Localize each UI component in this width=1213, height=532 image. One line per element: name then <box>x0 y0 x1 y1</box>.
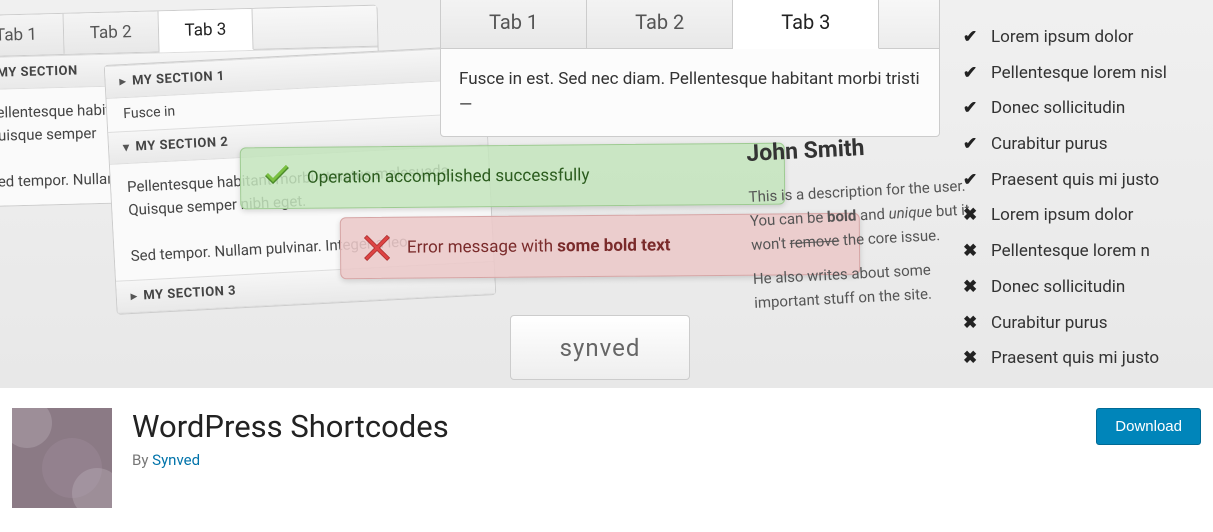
list-item-x: Pellentesque lorem n <box>963 234 1213 270</box>
tab-1[interactable]: Tab 1 <box>0 14 64 56</box>
alert-success: Operation accomplished successfully <box>240 143 786 210</box>
alert-error-text: Error message with some bold text <box>407 235 671 257</box>
tab-3-large[interactable]: Tab 3 <box>733 0 879 49</box>
tab-content: Fusce in est. Sed nec diam. Pellentesque… <box>441 49 939 136</box>
list-item-x: Curabitur purus <box>963 306 1213 342</box>
list-item-x: Praesent quis mi justo <box>963 341 1213 377</box>
plugin-header: WordPress Shortcodes By Synved Download <box>0 388 1213 528</box>
check-icon <box>261 162 293 194</box>
plugin-banner: Tab 1 Tab 2 Tab 3 MY SECTION Pellentesqu… <box>0 0 1213 388</box>
profile-card: John Smith This is a description for the… <box>745 124 984 315</box>
alert-success-text: Operation accomplished successfully <box>307 165 590 187</box>
list-item: Donec sollicitudin <box>963 91 1213 127</box>
list-item-x: Donec sollicitudin <box>963 270 1213 306</box>
plugin-byline: By Synved <box>132 451 449 469</box>
list-item: Praesent quis mi justo <box>963 163 1213 199</box>
list-item-x: Lorem ipsum dolor <box>963 198 1213 234</box>
list-item: Pellentesque lorem nisl <box>963 56 1213 92</box>
plugin-icon <box>12 408 112 508</box>
list-item: Curabitur purus <box>963 127 1213 163</box>
tab-2-large[interactable]: Tab 2 <box>587 0 733 48</box>
checklist: Lorem ipsum dolor Pellentesque lorem nis… <box>963 20 1213 377</box>
tab-2[interactable]: Tab 2 <box>63 11 159 53</box>
plugin-meta: WordPress Shortcodes By Synved <box>132 408 449 469</box>
list-item: Lorem ipsum dolor <box>963 20 1213 56</box>
tab-3[interactable]: Tab 3 <box>158 9 254 52</box>
x-icon <box>361 232 393 264</box>
profile-desc-2: He also writes about some important stuf… <box>752 255 984 315</box>
tab-1-large[interactable]: Tab 1 <box>441 0 587 48</box>
author-link[interactable]: Synved <box>152 451 200 469</box>
demo-panel-center: Tab 1 Tab 2 Tab 3 Fusce in est. Sed nec … <box>440 0 940 137</box>
synved-logo: synved <box>510 315 690 380</box>
profile-desc-1: This is a description for the user. You … <box>748 173 981 257</box>
plugin-title: WordPress Shortcodes <box>132 408 449 445</box>
tab-row-large: Tab 1 Tab 2 Tab 3 <box>441 0 939 49</box>
download-button[interactable]: Download <box>1096 408 1201 445</box>
